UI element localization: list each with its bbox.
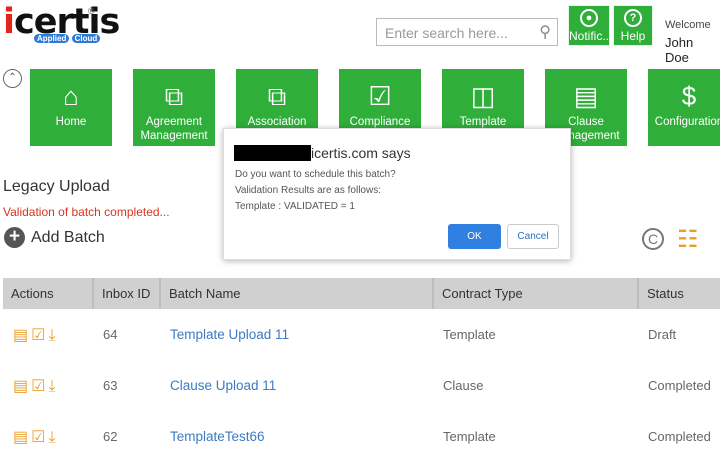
inbox-id: 62 — [103, 429, 118, 444]
status: Completed — [648, 378, 711, 393]
row-actions: ▤☑⤓ — [3, 411, 93, 462]
bell-icon: ● — [580, 9, 598, 27]
tile-label: Configuration — [654, 116, 720, 128]
add-batch-label: Add Batch — [31, 228, 105, 246]
cancel-button[interactable]: Cancel — [507, 224, 559, 249]
dialog-line: Template : VALIDATED = 1 — [235, 201, 355, 212]
refresh-icon[interactable]: C — [642, 228, 664, 250]
help-button[interactable]: ? Help — [613, 5, 653, 46]
dialog-title: icertis.com says — [234, 145, 411, 161]
documents-icon: ⧉ — [164, 81, 184, 111]
validate-icon[interactable]: ☑ — [31, 429, 48, 446]
add-batch-button[interactable]: + Add Batch — [4, 227, 105, 248]
contract-type: Template — [443, 327, 496, 342]
search-placeholder: Enter search here... — [385, 25, 508, 41]
dialog-line: Validation Results are as follows: — [235, 185, 381, 196]
row-actions: ▤☑⤓ — [3, 309, 93, 360]
table-row: ▤☑⤓ 64 Template Upload 11 Template Draft — [3, 309, 720, 360]
registered-mark: ® — [88, 6, 95, 16]
batch-name-link[interactable]: TemplateTest66 — [170, 429, 265, 444]
logo-tagline: Applied Cloud — [34, 34, 101, 43]
row-actions: ▤☑⤓ — [3, 360, 93, 411]
view-icon[interactable]: ▤ — [13, 429, 31, 446]
batch-table: Actions Inbox ID Batch Name Contract Typ… — [3, 278, 720, 462]
notifications-button[interactable]: ● Notific... — [568, 5, 613, 46]
batch-name-link[interactable]: Clause Upload 11 — [170, 378, 276, 393]
dialog-title-text: icertis.com says — [311, 145, 411, 161]
tagline-badge: Cloud — [71, 34, 101, 43]
inbox-id: 63 — [103, 378, 118, 393]
table-row: ▤☑⤓ 63 Clause Upload 11 Clause Completed — [3, 360, 720, 411]
inbox-id: 64 — [103, 327, 118, 342]
notifications-label: Notific... — [569, 29, 613, 43]
export-icon[interactable]: ☷ — [677, 225, 699, 254]
ok-button[interactable]: OK — [448, 224, 501, 249]
tile-label: Compliance — [349, 116, 411, 128]
welcome-text: Welcome — [665, 19, 711, 31]
redacted-block — [234, 145, 311, 161]
copy-icon: ⧉ — [267, 81, 287, 111]
dialog-line: Do you want to schedule this batch? — [235, 169, 396, 180]
tile-label: Agreement Management — [140, 116, 208, 142]
search-input[interactable]: Enter search here... ⚲ — [376, 18, 558, 46]
clipboard-icon: ▤ — [573, 81, 599, 111]
tile-label: Home — [55, 116, 87, 128]
table-row: ▤☑⤓ 62 TemplateTest66 Template Completed — [3, 411, 720, 462]
home-icon: ⌂ — [63, 81, 79, 111]
document-dollar-icon: $ — [681, 81, 697, 111]
plus-circle-icon: + — [4, 227, 25, 248]
download-icon[interactable]: ⤓ — [48, 429, 58, 446]
col-status: Status — [637, 278, 720, 309]
tile-configuration[interactable]: $ Configuration — [648, 69, 720, 146]
help-label: Help — [620, 29, 646, 43]
contract-type: Template — [443, 429, 496, 444]
user-name[interactable]: John Doe — [665, 35, 720, 65]
confirm-dialog: icertis.com says Do you want to schedule… — [223, 128, 571, 260]
tagline-text: Applied — [34, 34, 70, 43]
tile-label: Template — [459, 116, 507, 128]
col-contract-type: Contract Type — [432, 278, 638, 309]
view-icon[interactable]: ▤ — [13, 378, 31, 395]
status: Completed — [648, 429, 711, 444]
tile-home[interactable]: ⌂ Home — [30, 69, 112, 146]
col-batch-name: Batch Name — [159, 278, 433, 309]
template-icon: ◫ — [470, 81, 496, 111]
download-icon[interactable]: ⤓ — [48, 327, 58, 344]
contract-type: Clause — [443, 378, 484, 393]
col-inbox-id: Inbox ID — [92, 278, 160, 309]
collapse-icon[interactable]: ⌃ — [3, 69, 22, 88]
view-icon[interactable]: ▤ — [13, 327, 31, 344]
col-actions: Actions — [3, 278, 93, 309]
tile-label: Association — [247, 116, 307, 128]
validate-icon[interactable]: ☑ — [31, 378, 48, 395]
document-check-icon: ☑ — [368, 81, 392, 111]
status: Draft — [648, 327, 677, 342]
download-icon[interactable]: ⤓ — [48, 378, 58, 395]
help-icon: ? — [624, 9, 642, 27]
validate-icon[interactable]: ☑ — [31, 327, 48, 344]
tile-agreement-management[interactable]: ⧉ Agreement Management — [133, 69, 215, 146]
batch-name-link[interactable]: Template Upload 11 — [170, 327, 289, 342]
page-title: Legacy Upload — [3, 178, 110, 195]
search-icon[interactable]: ⚲ — [539, 22, 551, 42]
status-message: Validation of batch completed... — [3, 205, 170, 219]
